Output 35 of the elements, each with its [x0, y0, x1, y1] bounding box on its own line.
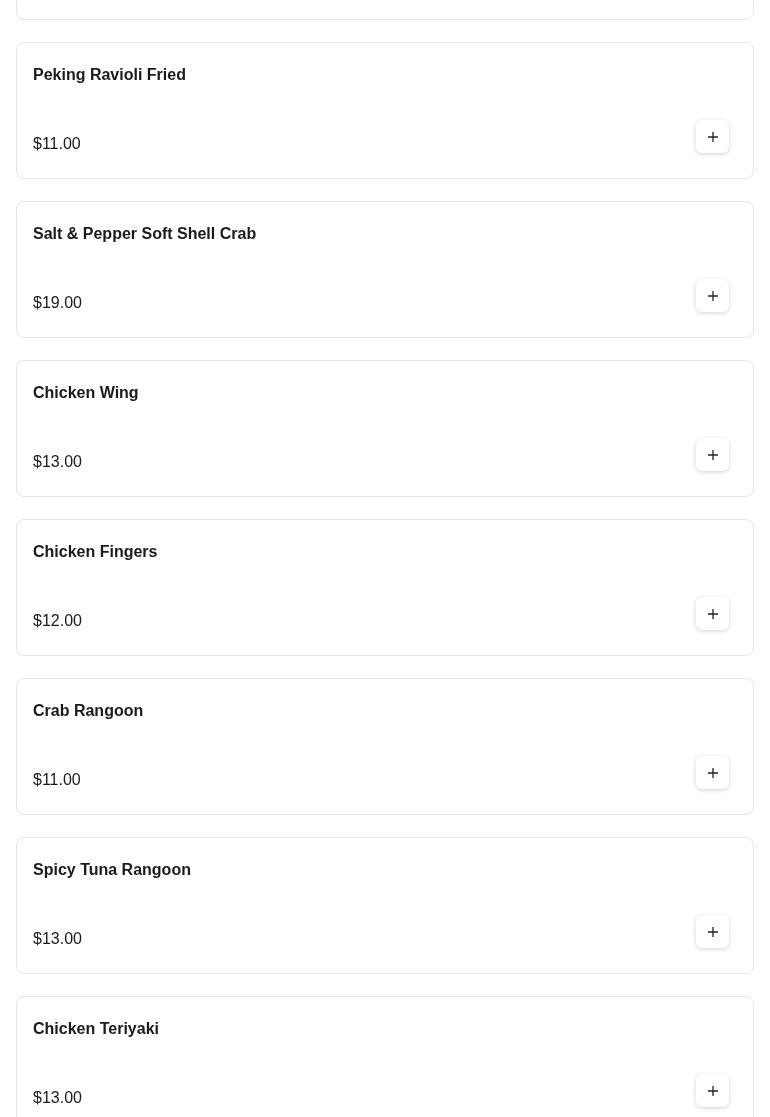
- item-price: $19.00: [33, 293, 82, 313]
- plus-icon: [706, 289, 719, 302]
- menu-item-card[interactable]: Chicken Teriyaki $13.00: [16, 996, 754, 1117]
- item-name: Crab Rangoon: [33, 701, 145, 721]
- item-name: Spicy Tuna Rangoon: [33, 860, 192, 880]
- item-price: $13.00: [33, 452, 82, 472]
- item-price: $11.00: [33, 770, 81, 790]
- item-name: Peking Ravioli Fried: [33, 65, 187, 85]
- add-button[interactable]: [696, 438, 729, 471]
- add-button[interactable]: [696, 756, 729, 789]
- menu-item-card[interactable]: Salt & Pepper Soft Shell Crab $19.00: [16, 201, 754, 338]
- plus-icon: [706, 766, 719, 779]
- plus-icon: [706, 448, 719, 461]
- menu-item-card[interactable]: Chicken Wing $13.00: [16, 360, 754, 497]
- menu-item-card[interactable]: Chicken Fingers $12.00: [16, 519, 754, 656]
- plus-icon: [706, 925, 719, 938]
- add-button[interactable]: [696, 1074, 729, 1107]
- item-name: Chicken Fingers: [33, 542, 159, 562]
- item-name: Chicken Teriyaki: [33, 1019, 160, 1039]
- plus-icon: [706, 130, 719, 143]
- menu-item-card[interactable]: Spicy Tuna Rangoon $13.00: [16, 837, 754, 974]
- item-name: Chicken Wing: [33, 383, 140, 403]
- item-price: $13.00: [33, 1088, 82, 1108]
- item-price: $11.00: [33, 134, 81, 154]
- add-button[interactable]: [696, 597, 729, 630]
- add-button[interactable]: [696, 279, 729, 312]
- item-name: Salt & Pepper Soft Shell Crab: [33, 224, 258, 244]
- plus-icon: [706, 607, 719, 620]
- add-button[interactable]: [696, 915, 729, 948]
- menu-item-card[interactable]: Peking Ravioli Fried $11.00: [16, 42, 754, 179]
- item-price: $12.00: [33, 611, 82, 631]
- plus-icon: [706, 1084, 719, 1097]
- item-price: $13.00: [33, 929, 82, 949]
- menu-item-card[interactable]: Crab Rangoon $11.00: [16, 678, 754, 815]
- add-button[interactable]: [696, 120, 729, 153]
